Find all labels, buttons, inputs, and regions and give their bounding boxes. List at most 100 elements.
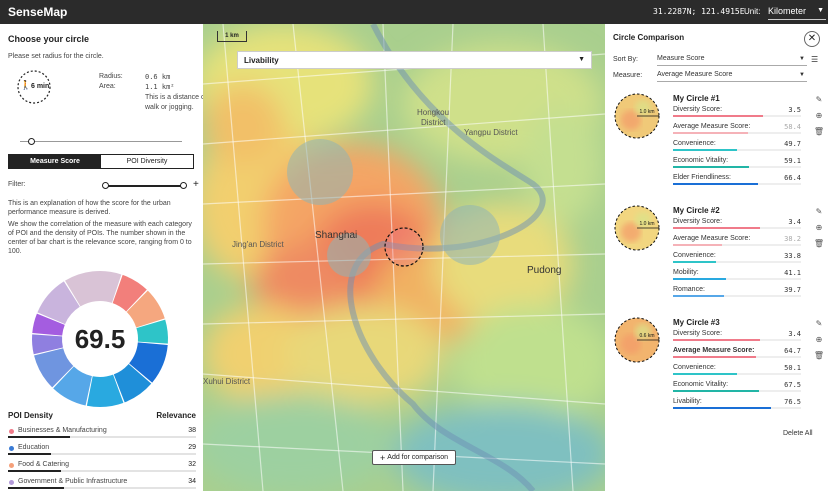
poi-row[interactable]: Businesses & Manufacturing 38 bbox=[8, 427, 196, 444]
category-dot-icon bbox=[9, 429, 14, 434]
circle-thumbnail: 1.0 km bbox=[614, 93, 660, 139]
radius-slider-thumb[interactable] bbox=[27, 138, 35, 145]
metric-row: Diversity Score: 3.5 bbox=[673, 106, 801, 123]
measure-value: Average Measure Score bbox=[657, 71, 733, 78]
plus-icon[interactable]: + bbox=[193, 179, 199, 190]
map-label: Jing'an District bbox=[232, 240, 284, 249]
metric-label: Diversity Score: bbox=[673, 106, 723, 113]
metric-bar bbox=[673, 166, 749, 168]
metric-label: Diversity Score: bbox=[673, 218, 723, 225]
poi-relevance-value: 32 bbox=[188, 461, 196, 468]
unit-select[interactable]: Kilometer ▼ bbox=[768, 4, 826, 20]
heat-layer bbox=[203, 24, 605, 491]
metric-bar bbox=[673, 244, 722, 246]
radius-slider[interactable] bbox=[20, 138, 182, 146]
circle-card[interactable]: 1.0 km My Circle #1 Diversity Score: 3.5 Ave… bbox=[613, 92, 825, 202]
metric-label: Diversity Score: bbox=[673, 330, 723, 337]
circle-metrics: Diversity Score: 3.4 Average Measure Score… bbox=[673, 218, 801, 303]
app-title: SenseMap bbox=[8, 5, 68, 19]
metric-row: Average Measure Score: 38.2 bbox=[673, 235, 801, 252]
circle-card[interactable]: 0.6 km My Circle #3 Diversity Score: 3.4 Ave… bbox=[613, 316, 825, 426]
filter-max-thumb[interactable] bbox=[180, 182, 187, 189]
map-label: Pudong bbox=[527, 265, 562, 276]
layer-value: Livability bbox=[244, 56, 279, 65]
edit-icon[interactable]: ✎ bbox=[813, 92, 825, 108]
metric-label: Economic Vitality: bbox=[673, 157, 729, 164]
poi-density-bar bbox=[8, 436, 71, 438]
chevron-down-icon: ▼ bbox=[817, 7, 824, 14]
metric-value: 41.1 bbox=[784, 269, 801, 277]
metric-value: 3.4 bbox=[788, 218, 801, 226]
metric-row: Diversity Score: 3.4 bbox=[673, 330, 801, 347]
edit-icon[interactable]: ✎ bbox=[813, 204, 825, 220]
relevance-label: Relevance bbox=[156, 411, 196, 420]
walk-minutes: 6 min bbox=[31, 83, 50, 90]
metric-value: 39.7 bbox=[784, 286, 801, 294]
metric-bar bbox=[673, 390, 760, 392]
poi-category-label: Businesses & Manufacturing bbox=[18, 427, 107, 434]
trash-icon[interactable]: 🗑 bbox=[813, 124, 825, 140]
close-icon[interactable]: ✕ bbox=[804, 31, 820, 47]
filter-min-thumb[interactable] bbox=[102, 182, 109, 189]
poi-list: Businesses & Manufacturing 38 Education 29 F… bbox=[8, 427, 196, 491]
coordinate-readout: 31.2287N; 121.4915E bbox=[653, 7, 745, 16]
metric-row: Elder Friendliness: 66.4 bbox=[673, 174, 801, 191]
poi-density-label: POI Density bbox=[8, 411, 53, 420]
heat-map[interactable]: 1 km Livability ▼ Hongkou District Yangp… bbox=[203, 24, 605, 491]
measure-select[interactable]: Average Measure Score ▼ bbox=[657, 71, 807, 82]
chevron-down-icon: ▼ bbox=[799, 72, 805, 78]
metric-row: Diversity Score: 3.4 bbox=[673, 218, 801, 235]
poi-category-label: Food & Catering bbox=[18, 461, 69, 468]
metric-value: 64.7 bbox=[784, 347, 801, 355]
metric-bar bbox=[673, 339, 761, 341]
radius-value: 0.6 km bbox=[145, 73, 171, 81]
tab-measure-score[interactable]: Measure Score bbox=[9, 155, 101, 168]
metric-label: Romance: bbox=[673, 286, 705, 293]
add-for-comparison-button[interactable]: + Add for comparison bbox=[372, 450, 456, 465]
locate-icon[interactable]: ⊕ bbox=[813, 220, 825, 236]
metric-row: Economic Vitality: 67.5 bbox=[673, 381, 801, 398]
poi-row[interactable]: Education 29 bbox=[8, 444, 196, 461]
locate-icon[interactable]: ⊕ bbox=[813, 332, 825, 348]
metric-label: Average Measure Score: bbox=[673, 123, 751, 130]
metric-bar bbox=[673, 373, 738, 375]
metric-bar bbox=[673, 227, 761, 229]
circle-metrics: Diversity Score: 3.5 Average Measure Score… bbox=[673, 106, 801, 191]
edit-icon[interactable]: ✎ bbox=[813, 316, 825, 332]
trash-icon[interactable]: 🗑 bbox=[813, 236, 825, 252]
filter-control: Filter: + bbox=[8, 179, 199, 191]
tab-poi-diversity[interactable]: POI Diversity bbox=[101, 155, 193, 168]
measure-control: Measure: Average Measure Score ▼ bbox=[613, 71, 823, 82]
walker-icon: 🚶 bbox=[20, 80, 32, 90]
metric-value: 38.2 bbox=[784, 235, 801, 243]
delete-all-button[interactable]: Delete All bbox=[783, 430, 813, 437]
poi-row[interactable]: Government & Public Infrastructure 34 bbox=[8, 478, 196, 491]
circle-thumbnail: 0.6 km bbox=[614, 317, 660, 363]
circle-comparison-panel: Circle Comparison ✕ Sort By: Measure Sco… bbox=[605, 24, 828, 491]
circle-thumbnail: 1.0 km bbox=[614, 205, 660, 251]
metric-row: Average Measure Score: 58.4 bbox=[673, 123, 801, 140]
circle-metrics: Diversity Score: 3.4 Average Measure Score… bbox=[673, 330, 801, 415]
layer-select[interactable]: Livability ▼ bbox=[237, 51, 592, 69]
score-explanation: This is an explanation of how the score … bbox=[8, 200, 192, 255]
sort-order-icon[interactable]: ☰ bbox=[811, 55, 818, 64]
filter-range-track[interactable] bbox=[106, 185, 184, 187]
circle-radius-label: 0.6 km bbox=[639, 333, 654, 339]
metric-value: 50.1 bbox=[784, 364, 801, 372]
metric-label: Mobility: bbox=[673, 269, 699, 276]
locate-icon[interactable]: ⊕ bbox=[813, 108, 825, 124]
area-label: Area: bbox=[99, 83, 116, 90]
sort-select[interactable]: Measure Score ▼ bbox=[657, 55, 807, 66]
chevron-down-icon: ▼ bbox=[799, 56, 805, 62]
card-actions: ✎ ⊕ 🗑 bbox=[813, 204, 825, 252]
circle-card[interactable]: 1.0 km My Circle #2 Diversity Score: 3.4 Ave… bbox=[613, 204, 825, 314]
trash-icon[interactable]: 🗑 bbox=[813, 348, 825, 364]
metric-row: Convenience: 49.7 bbox=[673, 140, 801, 157]
metric-value: 76.5 bbox=[784, 398, 801, 406]
metric-row: Convenience: 50.1 bbox=[673, 364, 801, 381]
circle-radius-label: 1.0 km bbox=[639, 221, 654, 227]
sort-by-control: Sort By: Measure Score ▼ ☰ bbox=[613, 55, 823, 66]
map-label: District bbox=[421, 118, 446, 127]
poi-row[interactable]: Food & Catering 32 bbox=[8, 461, 196, 478]
scale-bar: 1 km bbox=[217, 31, 247, 42]
